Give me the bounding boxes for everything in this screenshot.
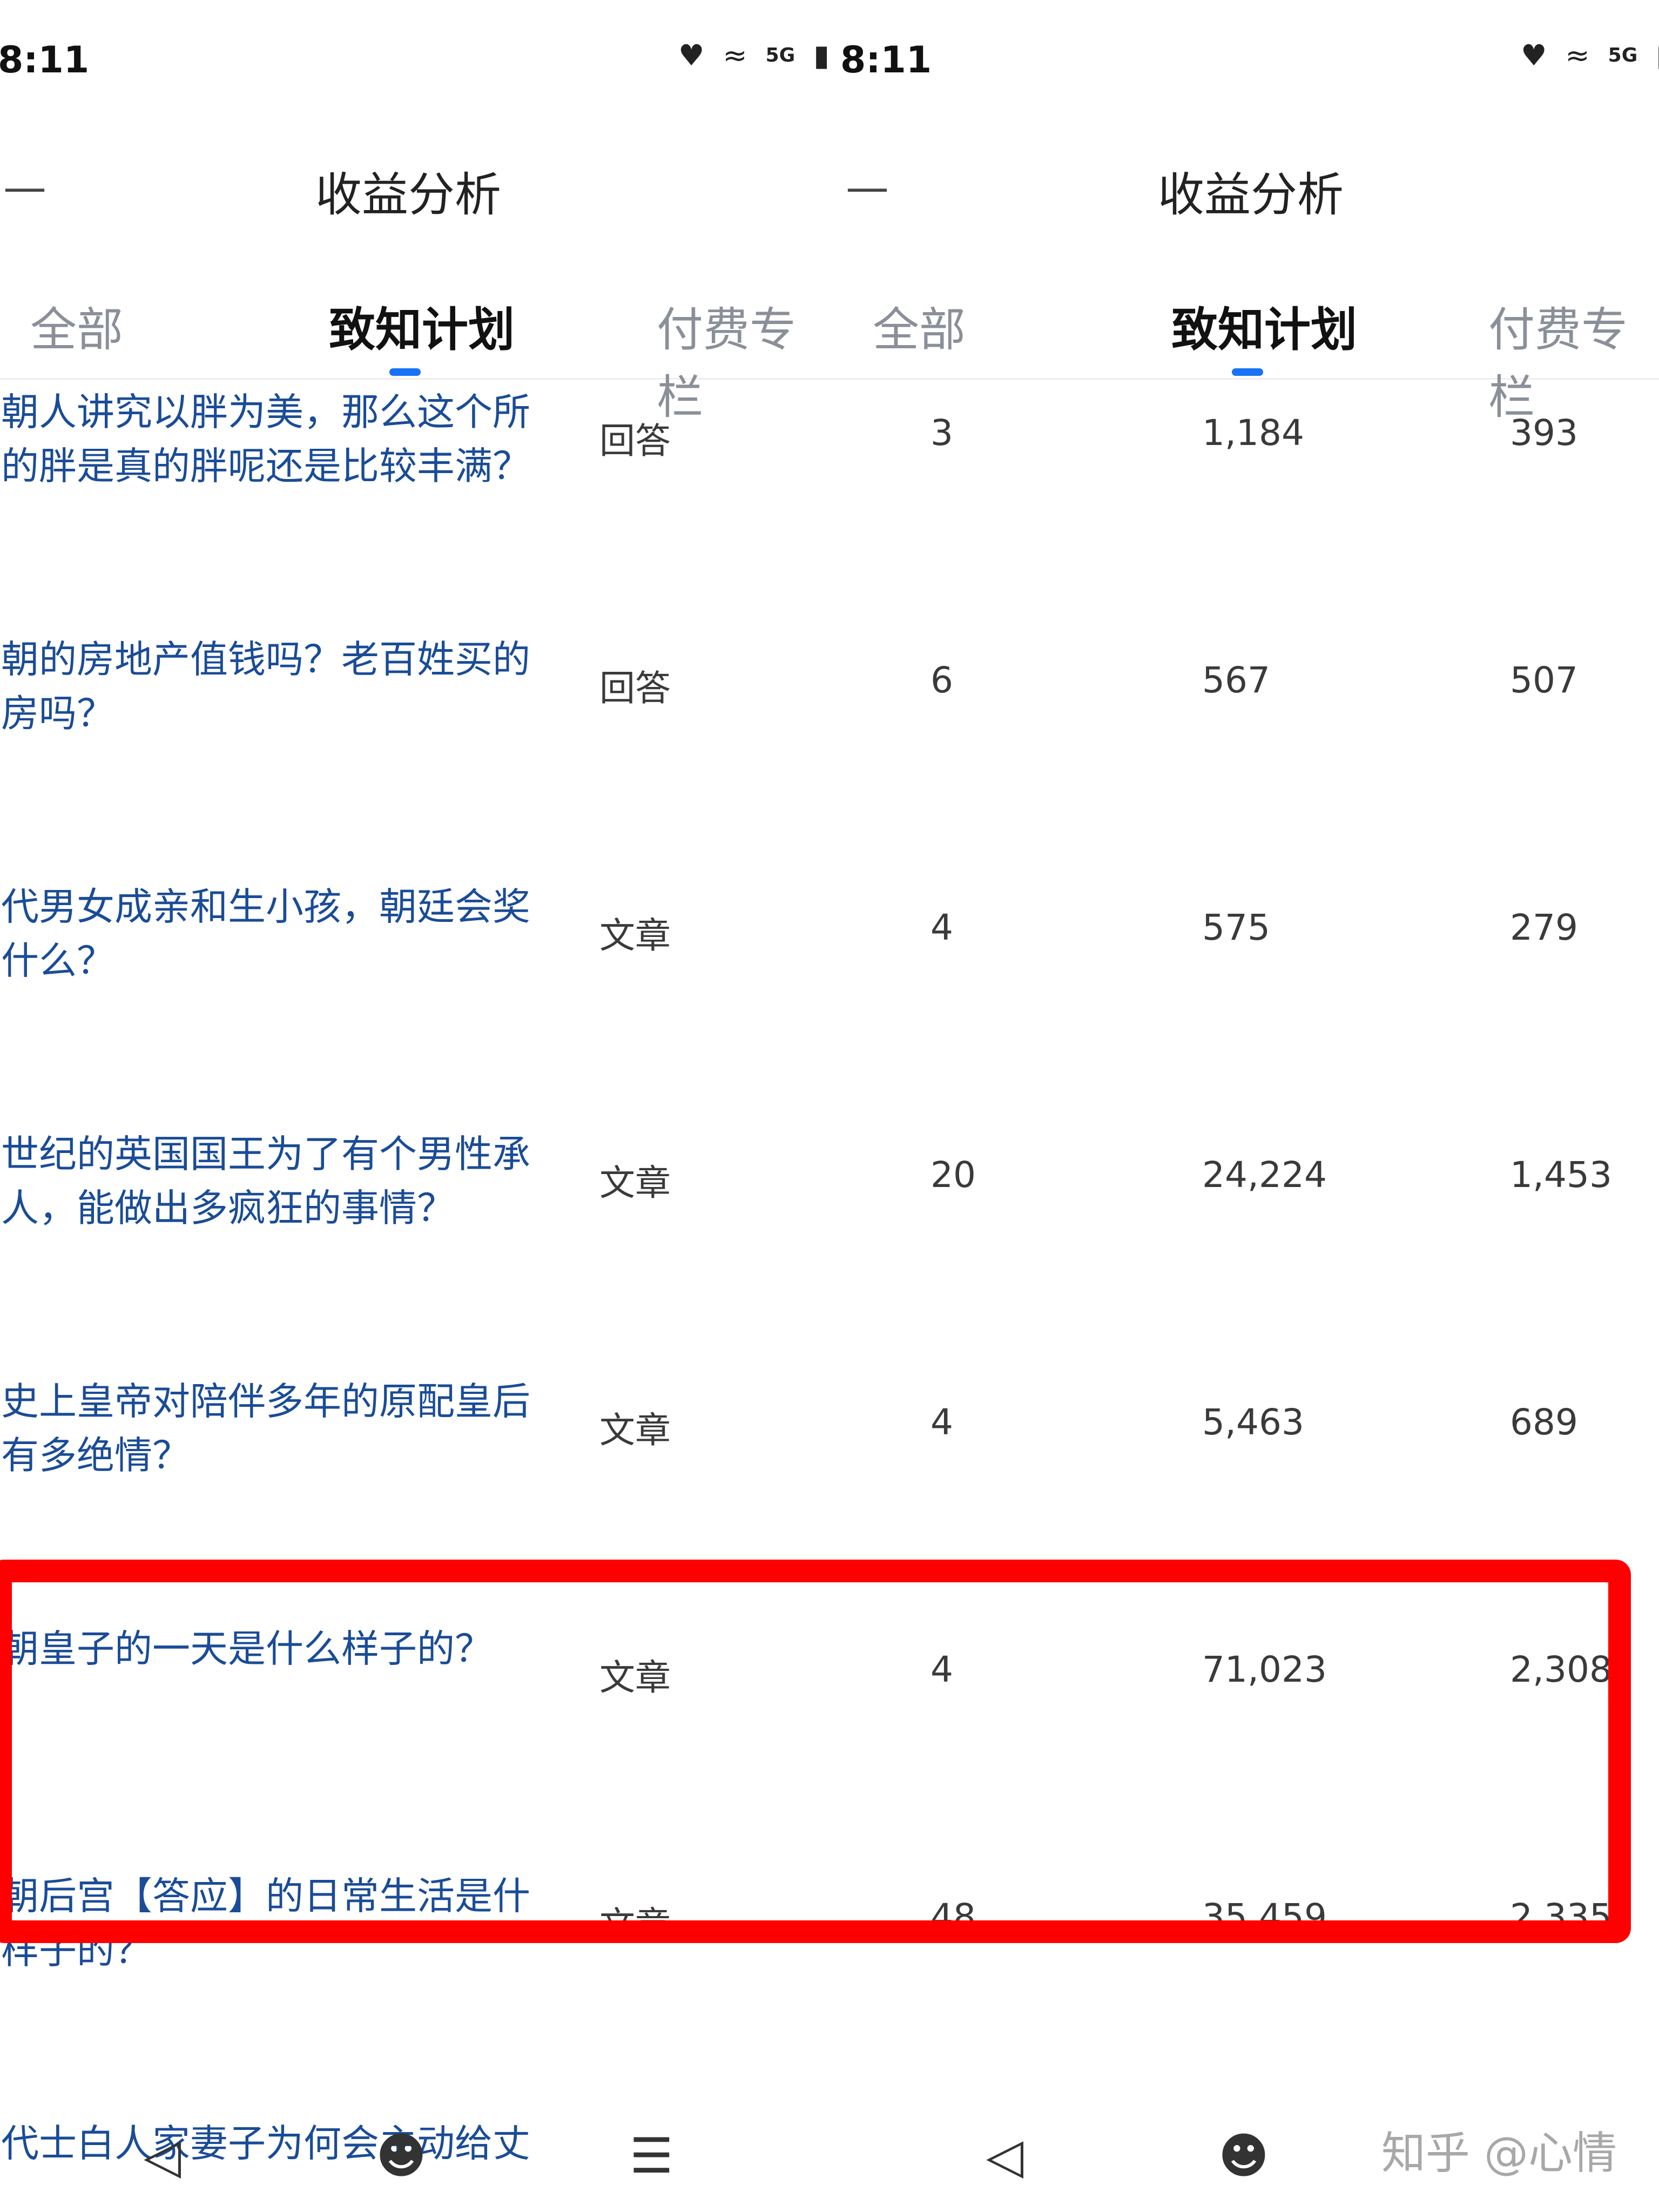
table-row: 回答 6 567 507 [0,628,1659,875]
table-row: 文章 48 35,459 2,335 [0,1865,1659,2112]
back-nav-icon[interactable]: ◁ [144,2128,181,2184]
table-row: 文章 4 575 279 [0,875,1659,1123]
content-type: 文章 [599,1162,671,1204]
status-bar: 8:11 ♥ ≈ 5G ▮ [0,0,830,124]
value-col-1: 3 [930,412,953,454]
status-icons: ♥ ≈ 5G ▮ [678,41,830,70]
tab-zhizhi-plan[interactable]: 致知计划 [1171,292,1357,359]
signal-icon: 5G [765,44,795,66]
content-type: 回答 [599,420,671,462]
home-nav-icon[interactable]: ☻ [1218,2128,1269,2184]
value-col-2: 567 [1202,659,1270,701]
battery-icon: ▮ [813,38,830,72]
battery-icon: ▮ [1656,41,1659,70]
wifi-icon: ≈ [1565,38,1590,72]
status-time: 8:11 [840,39,932,82]
status-bar: 8:11 ♥ ≈ 5G ▮ [830,0,1659,124]
value-col-2: 24,224 [1202,1154,1327,1196]
value-col-1: 48 [930,1896,976,1938]
value-col-2: 71,023 [1202,1649,1327,1690]
content-type: 回答 [599,667,671,709]
bunny-icon: ♥ [1521,38,1547,72]
value-col-2: 5,463 [1202,1401,1304,1443]
table-row: 回答 3 1,184 393 [0,381,1659,628]
value-col-3: 2,308 [1510,1649,1612,1690]
menu-nav-icon[interactable]: ☰ [630,2128,673,2184]
value-col-1: 4 [930,1401,953,1443]
table-row: 文章 4 71,023 2,308 [0,1617,1659,1865]
tab-bar: 全部 致知计划 付费专栏 [0,270,830,424]
bunny-icon: ♥ [678,38,705,72]
signal-icon: 5G [1608,44,1638,66]
status-icons: ♥ ≈ 5G ▮ [1521,41,1659,70]
status-time: 8:11 [0,39,90,82]
tab-all[interactable]: 全部 [30,292,123,359]
value-col-3: 1,453 [1510,1154,1612,1196]
value-col-3: 279 [1510,907,1578,948]
content-type: 文章 [599,1657,671,1698]
tab-all[interactable]: 全部 [873,292,966,359]
page-header: — 收益分析 [0,124,830,243]
content-type: 文章 [599,1904,671,1946]
value-col-1: 4 [930,1649,953,1690]
value-col-2: 575 [1202,907,1270,948]
tab-zhizhi-plan[interactable]: 致知计划 [329,292,515,359]
tab-indicator [1232,368,1263,376]
page-header: — 收益分析 [830,124,1659,243]
table-row: 文章 20 24,224 1,453 [0,1123,1659,1370]
tab-indicator [389,368,421,376]
back-nav-icon[interactable]: ◁ [986,2128,1023,2184]
value-col-3: 2,335 [1510,1896,1612,1938]
tab-bar: 全部 致知计划 付费专栏 [830,270,1659,424]
value-col-3: 689 [1510,1401,1578,1443]
content-type: 文章 [599,1410,671,1451]
home-nav-icon[interactable]: ☻ [376,2128,427,2184]
watermark: 知乎 @心情 [1381,2128,1617,2179]
wifi-icon: ≈ [723,38,747,72]
value-col-2: 35,459 [1202,1896,1327,1938]
table-row: 文章 4 5,463 689 [0,1370,1659,1617]
value-col-3: 393 [1510,412,1578,454]
value-col-2: 1,184 [1202,412,1304,454]
content-type: 文章 [599,915,671,956]
value-col-1: 6 [930,659,953,701]
page-title: 收益分析 [315,168,501,222]
value-col-1: 20 [930,1154,976,1196]
value-col-3: 507 [1510,659,1578,701]
page-title: 收益分析 [1158,168,1344,222]
value-col-1: 4 [930,907,953,948]
